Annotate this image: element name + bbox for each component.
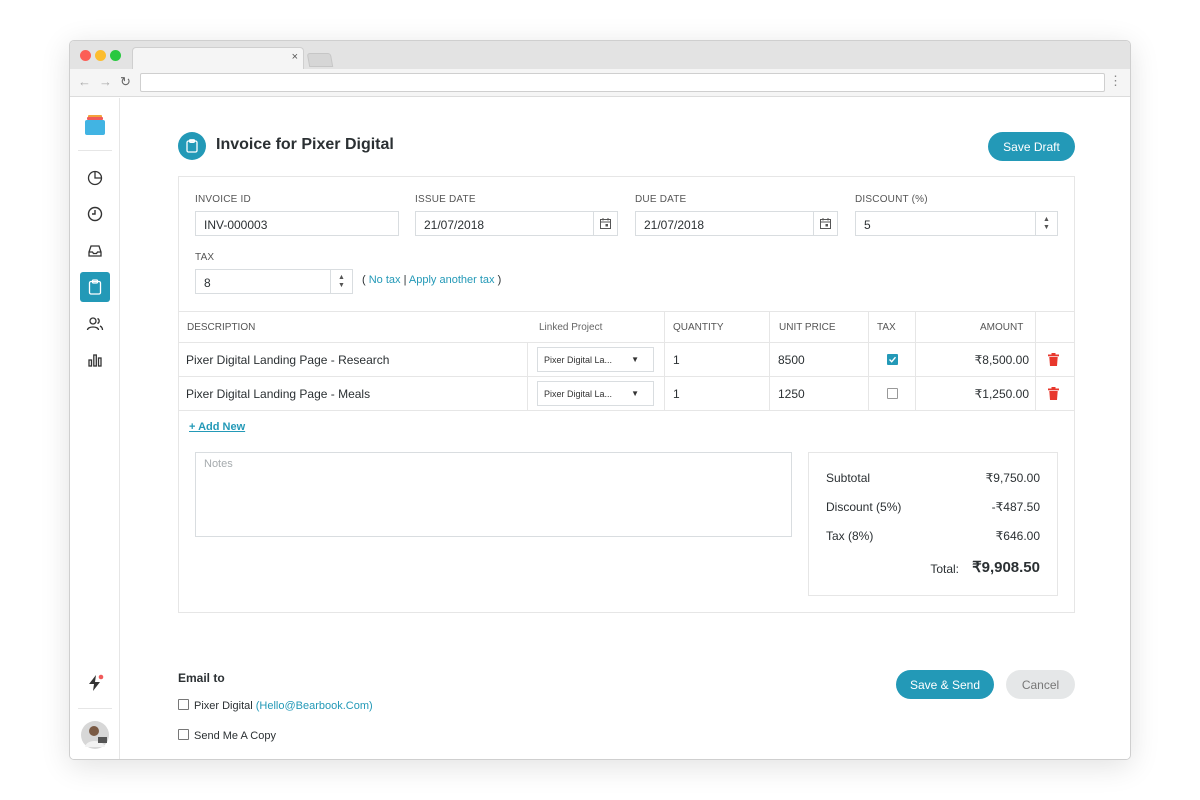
tab-close-icon[interactable]: ×: [292, 51, 298, 63]
discount-value: 5: [864, 218, 871, 232]
invoice-form-card: INVOICE ID INV-000003 ISSUE DATE 21/07/2…: [178, 176, 1075, 613]
cancel-button[interactable]: Cancel: [1006, 670, 1075, 699]
linked-project-select[interactable]: Pixer Digital La... ▼: [537, 381, 654, 406]
address-bar[interactable]: [140, 73, 1105, 92]
table-header: DESCRIPTION Linked Project QUANTITY UNIT…: [179, 311, 1074, 343]
close-window-button[interactable]: [80, 50, 91, 61]
tax-total-value: ₹646.00: [995, 529, 1040, 543]
item-description[interactable]: Pixer Digital Landing Page - Meals: [186, 387, 370, 401]
discount-total-label: Discount (5%): [826, 500, 902, 514]
grand-total-value: ₹9,908.50: [972, 559, 1040, 576]
tax-label: TAX: [195, 252, 215, 263]
pie-chart-icon[interactable]: [80, 163, 110, 193]
tax-options: ( No tax | Apply another tax ): [362, 274, 502, 286]
main-content: Invoice for Pixer Digital Save Draft INV…: [121, 98, 1130, 759]
send-copy-option[interactable]: Send Me A Copy: [178, 729, 276, 742]
notification-dot: [98, 674, 104, 680]
subtotal-label: Subtotal: [826, 471, 871, 485]
col-linked-project: Linked Project: [539, 322, 603, 333]
sidebar-item-invoices[interactable]: [80, 272, 110, 302]
recipient-email: (Hello@Bearbook.Com): [255, 700, 373, 712]
due-date-value: 21/07/2018: [644, 218, 705, 232]
col-amount: AMOUNT: [980, 322, 1024, 333]
app-logo-icon[interactable]: [80, 110, 110, 140]
chevron-down-icon: ▼: [631, 355, 639, 364]
item-quantity[interactable]: 1: [673, 387, 680, 401]
page-title: Invoice for Pixer Digital: [216, 136, 394, 153]
item-unit-price[interactable]: 8500: [778, 353, 805, 367]
issue-date-label: ISSUE DATE: [415, 194, 476, 205]
tax-field[interactable]: 8 ▲ ▼: [195, 269, 353, 294]
browser-menu-icon[interactable]: ⋮: [1109, 73, 1122, 89]
invoice-id-field[interactable]: INV-000003: [195, 211, 399, 236]
chevron-down-icon: ▼: [631, 389, 639, 398]
tax-stepper[interactable]: ▲ ▼: [330, 270, 352, 293]
discount-total-value: -₹487.50: [991, 500, 1040, 514]
no-tax-link[interactable]: No tax: [369, 274, 401, 286]
issue-date-field[interactable]: 21/07/2018: [415, 211, 618, 236]
email-to-heading: Email to: [178, 671, 225, 685]
tax-value: 8: [204, 276, 211, 290]
item-unit-price[interactable]: 1250: [778, 387, 805, 401]
invoice-id-label: INVOICE ID: [195, 194, 251, 205]
maximize-window-button[interactable]: [110, 50, 121, 61]
bar-chart-icon[interactable]: [80, 345, 110, 375]
item-quantity[interactable]: 1: [673, 353, 680, 367]
calendar-icon[interactable]: [593, 212, 617, 235]
discount-field[interactable]: 5 ▲ ▼: [855, 211, 1058, 236]
trash-icon[interactable]: [1048, 387, 1059, 405]
send-copy-checkbox[interactable]: [178, 729, 189, 740]
totals-panel: Subtotal ₹9,750.00 Discount (5%) -₹487.5…: [808, 452, 1058, 596]
inbox-icon[interactable]: [80, 236, 110, 266]
col-unit-price: UNIT PRICE: [779, 322, 836, 333]
browser-tab[interactable]: ×: [132, 47, 304, 69]
table-row: Pixer Digital Landing Page - Research Pi…: [179, 343, 1074, 377]
col-description: DESCRIPTION: [187, 322, 256, 333]
save-draft-button[interactable]: Save Draft: [988, 132, 1075, 161]
due-date-label: DUE DATE: [635, 194, 687, 205]
recipient-checkbox[interactable]: [178, 699, 189, 710]
save-and-send-button[interactable]: Save & Send: [896, 670, 994, 699]
lightning-icon[interactable]: [80, 668, 110, 698]
forward-icon[interactable]: →: [99, 74, 112, 89]
calendar-icon[interactable]: [813, 212, 837, 235]
reload-icon[interactable]: ↻: [120, 74, 131, 90]
invoice-title-icon: [178, 132, 206, 160]
email-recipient-option[interactable]: Pixer Digital (Hello@Bearbook.Com): [178, 699, 373, 712]
clipboard-icon: [88, 279, 102, 295]
browser-toolbar: ← → ↻ ⋮: [70, 69, 1130, 97]
avatar[interactable]: [80, 720, 110, 750]
grand-total-label: Total:: [930, 562, 959, 576]
linked-project-select[interactable]: Pixer Digital La... ▼: [537, 347, 654, 372]
back-icon[interactable]: ←: [78, 74, 91, 89]
due-date-field[interactable]: 21/07/2018: [635, 211, 838, 236]
new-tab-button[interactable]: [306, 53, 334, 67]
item-amount: ₹1,250.00: [974, 387, 1029, 401]
discount-label: DISCOUNT (%): [855, 194, 928, 205]
issue-date-value: 21/07/2018: [424, 218, 485, 232]
table-row: Pixer Digital Landing Page - Meals Pixer…: [179, 377, 1074, 411]
col-tax: TAX: [877, 322, 896, 333]
sidebar: [70, 98, 120, 759]
users-icon[interactable]: [80, 309, 110, 339]
subtotal-value: ₹9,750.00: [985, 471, 1040, 485]
notes-textarea[interactable]: Notes: [195, 452, 792, 537]
tax-total-label: Tax (8%): [826, 529, 874, 543]
minimize-window-button[interactable]: [95, 50, 106, 61]
item-tax-checkbox[interactable]: [887, 388, 898, 399]
trash-icon[interactable]: [1048, 353, 1059, 371]
item-amount: ₹8,500.00: [974, 353, 1029, 367]
browser-window: × ← → ↻ ⋮ Invoice for Pixer Digital Save…: [69, 40, 1131, 760]
discount-stepper[interactable]: ▲ ▼: [1035, 212, 1057, 235]
apply-another-tax-link[interactable]: Apply another tax: [409, 274, 495, 286]
clock-icon[interactable]: [80, 199, 110, 229]
item-tax-checkbox[interactable]: [887, 354, 898, 365]
item-description[interactable]: Pixer Digital Landing Page - Research: [186, 353, 389, 367]
browser-titlebar: ×: [70, 41, 1130, 69]
add-new-item-link[interactable]: + Add New: [189, 421, 245, 433]
col-quantity: QUANTITY: [673, 322, 724, 333]
